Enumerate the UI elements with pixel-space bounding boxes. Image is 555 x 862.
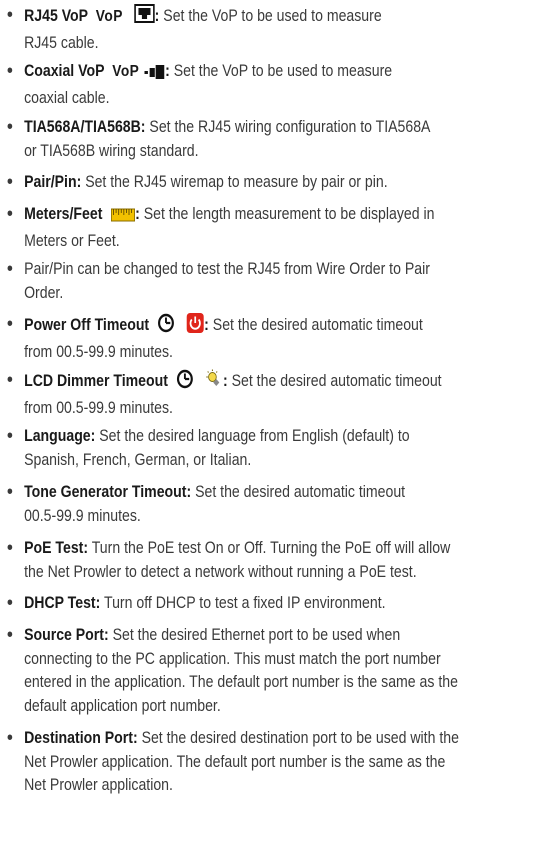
vop-label: VoP	[95, 8, 123, 25]
list-item: • Power Off Timeout: Set the desired aut…	[6, 313, 423, 361]
list-item: • Pair/Pin: Set the RJ45 wiremap to meas…	[6, 171, 388, 193]
list-item: • Destination Port: Set the desired dest…	[6, 727, 459, 794]
vop-label: VoP	[112, 63, 140, 80]
list-item: • DHCP Test: Turn off DHCP to test a fix…	[6, 592, 386, 614]
rj45-port-icon	[134, 4, 155, 32]
ruler-icon	[111, 206, 136, 230]
list-item: • PoE Test: Turn the PoE test On or Off.…	[6, 537, 451, 581]
list-item: • Meters/Feet: Set the length measuremen…	[6, 203, 435, 250]
list-item: • Language: Set the desired language fro…	[6, 425, 410, 469]
list-item: • Pair/Pin can be changed to test the RJ…	[6, 258, 430, 302]
list-item: • TIA568A/TIA568B: Set the RJ45 wiring c…	[6, 116, 431, 160]
lightbulb-icon	[206, 369, 223, 397]
list-item: • LCD Dimmer Timeout: Set the desired au…	[6, 369, 442, 417]
power-icon	[186, 313, 205, 341]
list-item: • RJ45 VoP VoP: Set the VoP to be used to…	[6, 4, 382, 52]
clock-icon	[158, 313, 175, 341]
clock-icon	[177, 369, 194, 397]
list-item: • Tone Generator Timeout: Set the desire…	[6, 481, 406, 525]
coaxial-connector-icon	[144, 63, 165, 87]
list-item: • Source Port: Set the desired Ethernet …	[6, 624, 458, 715]
list-item: • Coaxial VoP VoP: Set the VoP to be used…	[6, 60, 393, 107]
